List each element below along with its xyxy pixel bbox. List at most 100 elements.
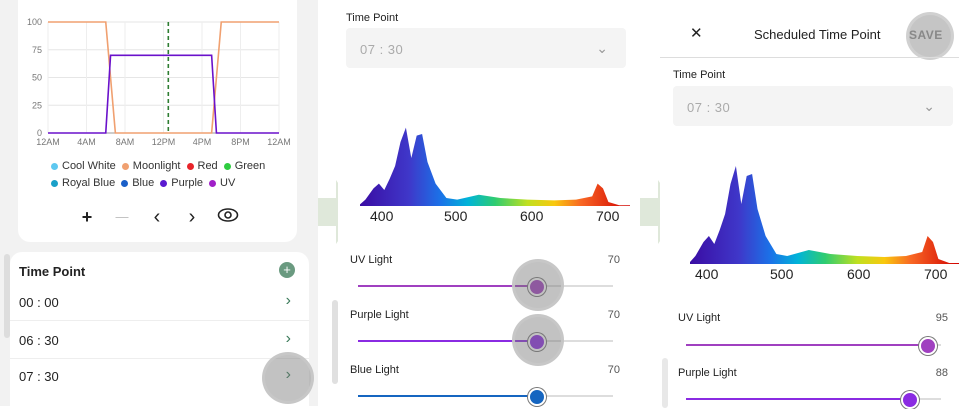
legend-label: Blue [132,177,155,189]
scroll-indicator [662,358,668,408]
chevron-down-icon: ⌄ [596,40,608,56]
legend-item: UV [209,177,235,189]
previous-button[interactable]: ‹ [145,207,169,227]
spectrum-tick: 700 [596,208,620,224]
uv-light-slider[interactable] [686,344,941,346]
legend-label: Moonlight [132,160,181,172]
spectrum-tick: 400 [695,266,719,282]
time-point-row[interactable]: 06 : 30 › [10,322,309,359]
eye-icon[interactable] [216,207,240,227]
legend-label: UV [220,177,236,189]
time-point-header: Time Point [19,264,86,279]
remove-point-button[interactable]: — [110,207,134,227]
x-tick-label: 4AM [77,137,96,147]
uv-light-slider[interactable] [358,285,613,287]
save-button[interactable]: SAVE [909,28,943,42]
uv-light-slider-handle[interactable] [919,337,938,355]
spectrum-tick: 600 [847,266,871,282]
touch-indicator [262,352,314,404]
spectrum-tick: 600 [520,208,544,224]
next-button[interactable]: › [180,207,204,227]
x-tick-label: 12AM [267,137,291,147]
time-select[interactable]: 07 : 30 ⌄ [673,86,953,126]
page-title: Scheduled Time Point [754,27,881,42]
uv-light-value: 70 [607,254,620,266]
legend-label: Royal Blue [62,177,116,189]
legend-label: Purple [171,177,204,189]
blue-light-slider[interactable] [358,395,613,397]
x-tick-label: 8PM [231,137,250,147]
slider-fill [686,398,911,400]
spectrum-tick: 500 [770,266,794,282]
time-point-time: 00 : 00 [19,295,59,310]
time-point-label: Time Point [346,12,399,24]
purple-light-label: Purple Light [678,367,737,379]
header-divider [660,57,959,58]
spectrum-area [690,166,959,264]
legend-label: Green [234,160,266,172]
chevron-down-icon: ⌄ [923,98,935,114]
x-tick-label: 8AM [116,137,135,147]
legend-label: Cool White [62,160,116,172]
uv-light-value: 95 [935,312,948,324]
time-select[interactable]: 07 : 30 ⌄ [346,28,626,68]
close-icon[interactable]: ✕ [690,24,703,42]
legend-label: Red [197,160,218,172]
scroll-indicator [4,254,10,338]
purple-light-slider[interactable] [358,340,613,342]
legend-item: Cool White [51,160,116,172]
blue-light-value: 70 [607,364,620,376]
x-tick-label: 12AM [36,137,60,147]
chevron-right-icon: › [285,292,291,309]
time-point-row[interactable]: 00 : 00 › [10,284,309,321]
time-point-list: Time Point + 00 : 00 › 06 : 30 › 07 : 30 › [10,252,314,406]
spectrum-graph [360,127,630,206]
legend-item: Red [186,160,218,172]
uv-light-label: UV Light [350,254,393,266]
schedule-chart-card: 100 75 50 25 0 12AM 4AM 8AM 12PM 4PM 8PM 12AM Cool … [18,0,297,242]
time-value: 07 : 30 [687,100,731,115]
legend-row-1: Cool White Moonlight Red Green [51,160,265,172]
time-point-time: 06 : 30 [19,333,59,348]
touch-indicator [512,259,564,311]
schedule-screen: 100 75 50 25 0 12AM 4AM 8AM 12PM 4PM 8PM 12AM Cool … [0,0,318,406]
purple-light-value: 70 [607,309,620,321]
y-tick-label: 25 [32,100,42,110]
add-time-point-button[interactable]: + [279,262,295,278]
spectrum-tick: 700 [924,266,948,282]
y-tick-label: 100 [27,17,42,27]
x-tick-label: 12PM [152,137,176,147]
scroll-indicator [332,300,338,384]
legend-item: Moonlight [121,160,181,172]
slider-fill [686,344,929,346]
y-tick-label: 50 [32,73,42,83]
spectrum-tick: 400 [370,208,394,224]
slider-fill [358,285,537,287]
touch-indicator [512,314,564,366]
time-point-label: Time Point [673,69,726,81]
legend-item: Purple [160,177,203,189]
spectrum-tick: 500 [444,208,468,224]
legend-item: Green [223,160,266,172]
x-tick-label: 4PM [193,137,212,147]
legend-item: Royal Blue [51,177,115,189]
chevron-right-icon: › [285,330,291,347]
slider-fill [358,395,537,397]
blue-light-slider-handle[interactable] [527,388,546,406]
time-point-editor-screen: Time Point 07 : 30 ⌄ 400 500 600 700 UV … [332,0,638,406]
time-point-time: 07 : 30 [19,369,59,384]
uv-light-label: UV Light [678,312,721,324]
legend-row-2: Royal Blue Blue Purple UV [51,177,235,189]
time-value: 07 : 30 [360,42,404,57]
slider-fill [358,340,537,342]
add-point-button[interactable]: + [75,207,99,227]
spectrum-graph [690,166,959,264]
purple-light-label: Purple Light [350,309,409,321]
purple-light-value: 88 [935,367,948,379]
legend-item: Blue [121,177,154,189]
purple-light-slider-handle[interactable] [901,391,920,409]
y-tick-label: 75 [32,45,42,55]
schedule-chart: 100755025012AM 4AM 8AM 12PM 4PM 8PM 12AM [27,17,291,147]
scheduled-time-point-screen: ✕ Scheduled Time Point SAVE Time Point 0… [660,0,959,409]
blue-light-label: Blue Light [350,364,399,376]
